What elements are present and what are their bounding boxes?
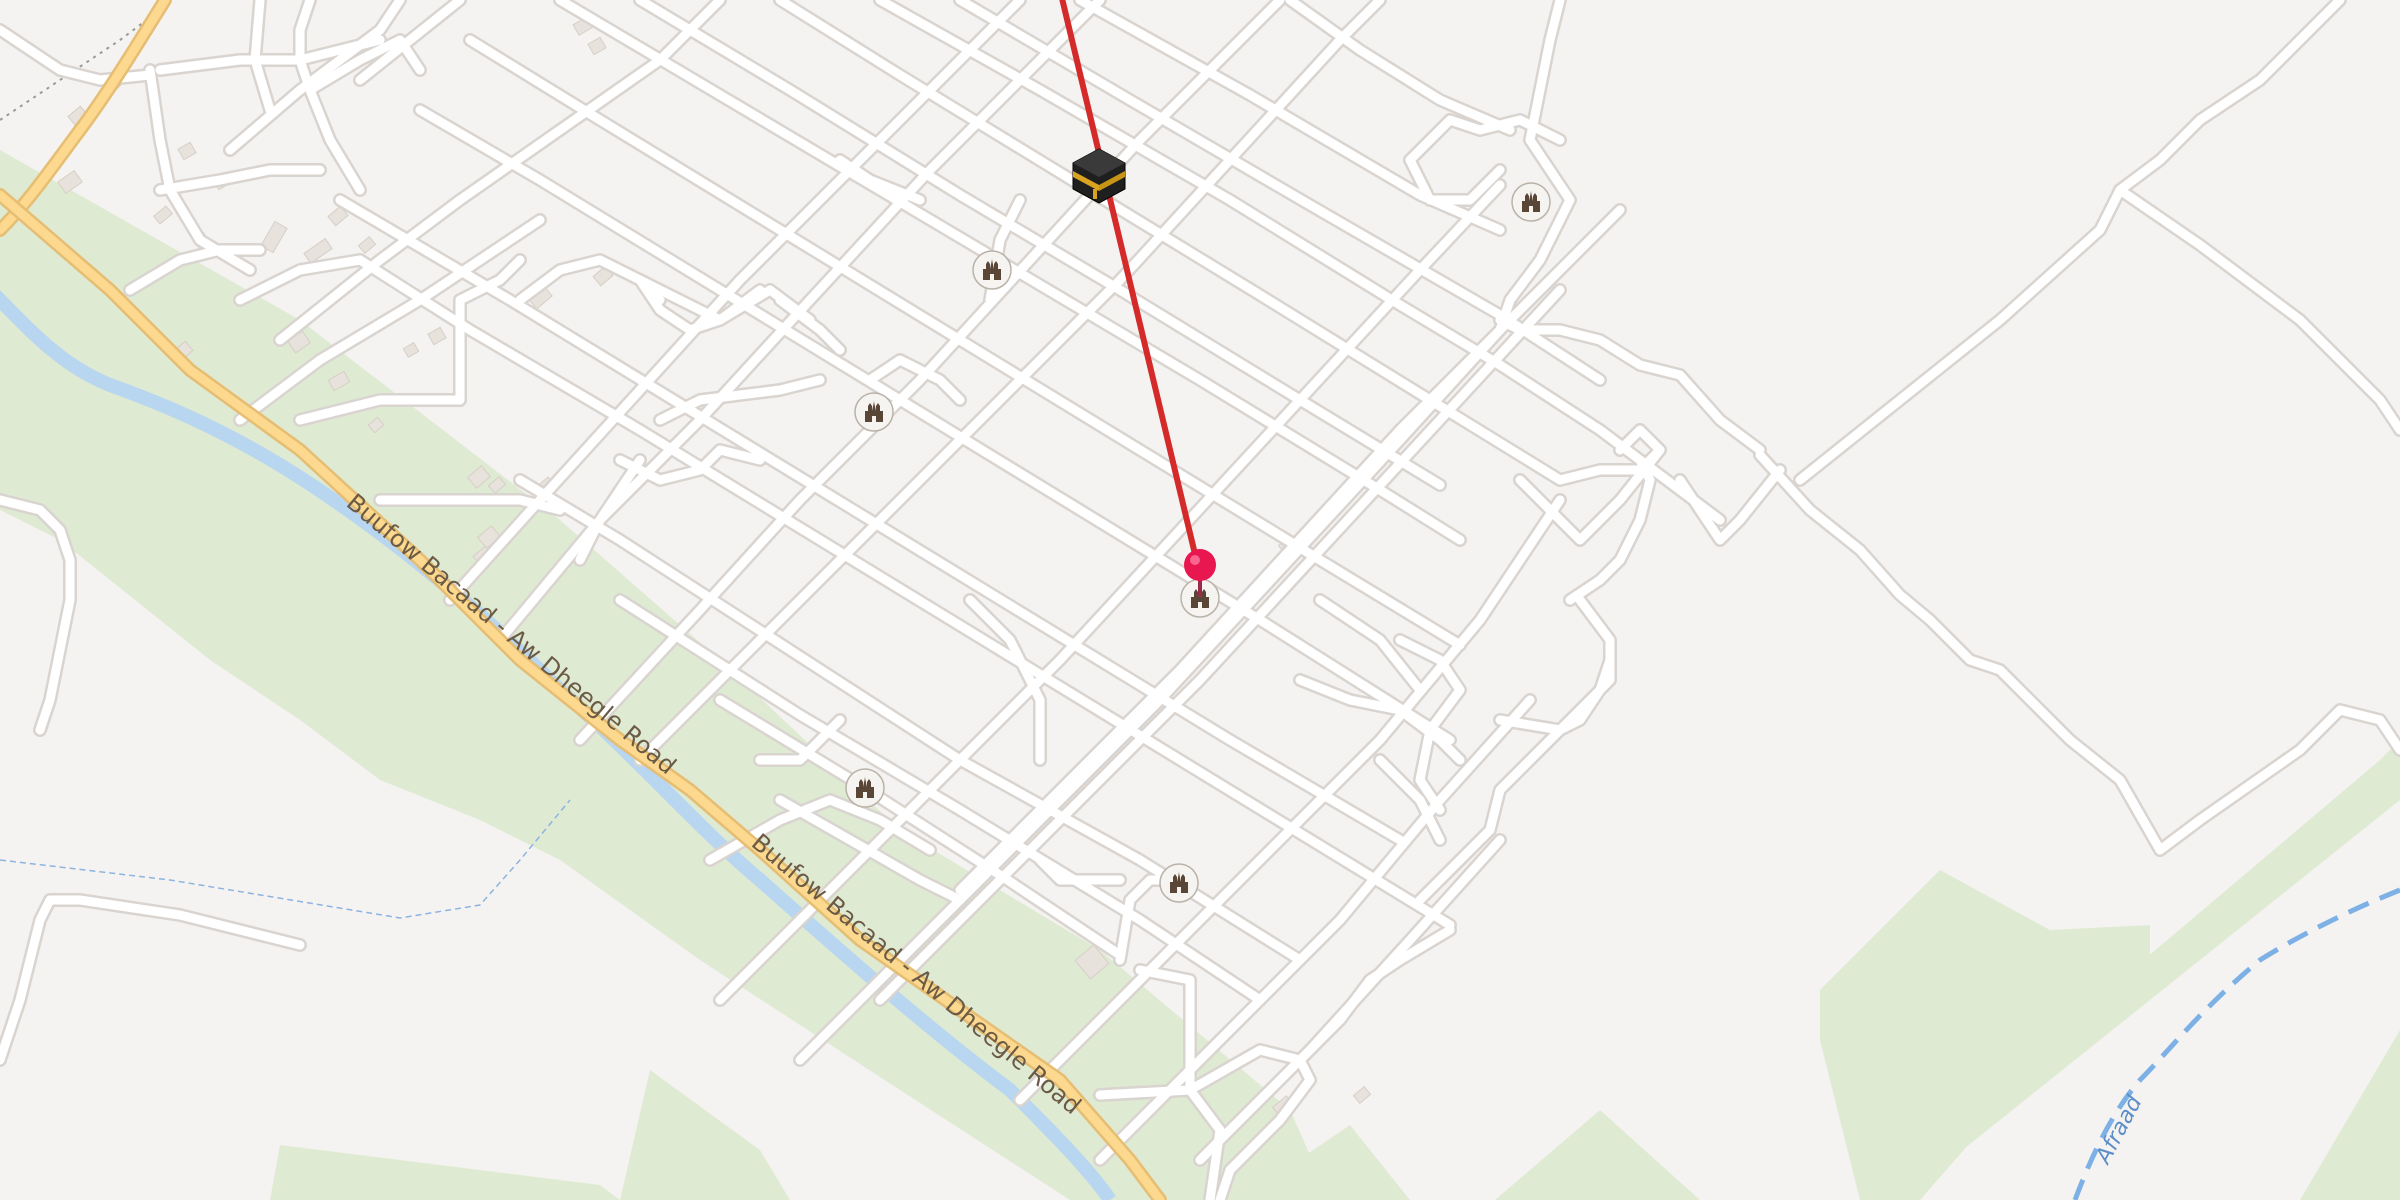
mosque-icon[interactable] bbox=[972, 250, 1012, 290]
road-segment[interactable] bbox=[1095, 1085, 1195, 1100]
map-view[interactable]: Buufow Bacaad - Aw Dheegle Road Buufow B… bbox=[0, 0, 2400, 1200]
mosque-icon[interactable] bbox=[845, 768, 885, 808]
mosque-icon[interactable] bbox=[1511, 182, 1551, 222]
map-canvas[interactable]: Buufow Bacaad - Aw Dheegle Road Buufow B… bbox=[0, 0, 2400, 1200]
mosque-icon[interactable] bbox=[854, 392, 894, 432]
mosque-icon[interactable] bbox=[1159, 863, 1199, 903]
